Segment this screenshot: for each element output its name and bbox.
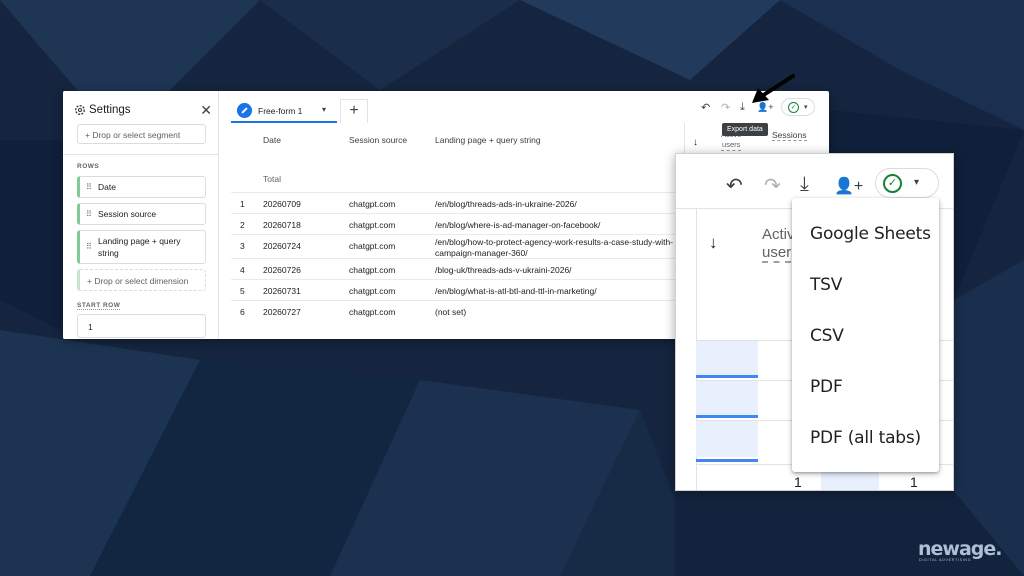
share-user-icon[interactable]: 👤+: [834, 176, 863, 196]
pointer-arrow-icon: [752, 74, 795, 103]
cell-source: chatgpt.com: [349, 307, 396, 317]
row-chip-label: Session source: [98, 209, 157, 219]
cell-date: 20260709: [263, 199, 301, 209]
cell-date: 20260731: [263, 286, 301, 296]
table-row[interactable]: 3 20260724 chatgpt.com /en/blog/how-to-p…: [231, 234, 675, 258]
row-number: 2: [240, 220, 245, 230]
menu-item-tsv[interactable]: TSV: [810, 275, 842, 295]
row-number: 6: [240, 307, 245, 317]
export-menu: Google Sheets TSV CSV PDF PDF (all tabs): [792, 198, 939, 472]
brand-logo: newage. DIGITAL ADVERTISING: [918, 538, 1002, 564]
header-date[interactable]: Date: [263, 135, 281, 145]
sort-arrow-icon[interactable]: ↓: [709, 233, 718, 253]
table-row[interactable]: 6 20260727 chatgpt.com (not set): [231, 300, 675, 321]
redo-icon[interactable]: ↷: [764, 173, 781, 198]
cell-source: chatgpt.com: [349, 220, 396, 230]
cell-landing-page: (not set): [435, 307, 467, 317]
cell-highlight: [696, 381, 758, 417]
segment-drop-zone[interactable]: + Drop or select segment: [77, 124, 206, 144]
export-icon[interactable]: ⤓: [740, 101, 745, 114]
close-icon[interactable]: ✕: [200, 102, 212, 119]
header-sessions[interactable]: Sessions: [772, 130, 807, 141]
header-active-users-line1: Activ: [762, 226, 795, 243]
check-circle-icon: ✓: [883, 174, 902, 193]
row-number: 5: [240, 286, 245, 296]
row-chip-landing-page[interactable]: ⠿ Landing page + query string: [77, 230, 206, 264]
table-row[interactable]: 2 20260718 chatgpt.com /en/blog/where-is…: [231, 213, 675, 234]
header-session-source[interactable]: Session source: [349, 135, 407, 145]
settings-panel: Settings ✕ + Drop or select segment ROWS…: [63, 91, 219, 339]
row-chip-label: Landing page + query string: [98, 236, 181, 258]
header-active-users-line2: user: [762, 244, 792, 263]
cell-date: 20260718: [263, 220, 301, 230]
chevron-down-icon: ▾: [804, 104, 808, 111]
sort-arrow-icon[interactable]: ↓: [693, 137, 698, 148]
metric-value: 1: [910, 474, 918, 490]
cell-landing-page: /en/blog/what-is-atl-btl-and-ttl-in-mark…: [435, 286, 597, 296]
drag-handle-icon[interactable]: ⠿: [86, 241, 92, 253]
redo-icon[interactable]: ↷: [721, 101, 730, 114]
logo-text: newage.: [918, 538, 1002, 560]
gear-icon: [74, 104, 86, 116]
row-number: 3: [240, 241, 245, 251]
cell-date: 20260726: [263, 265, 301, 275]
cell-highlight: [696, 341, 758, 377]
undo-icon[interactable]: ↶: [701, 101, 710, 114]
value-bar: [696, 415, 758, 418]
cell-landing-page: /en/blog/how-to-protect-agency-work-resu…: [435, 237, 674, 258]
menu-item-google-sheets[interactable]: Google Sheets: [810, 224, 931, 244]
total-label: Total: [263, 174, 281, 184]
drag-handle-icon[interactable]: ⠿: [86, 210, 92, 219]
row-chip-session-source[interactable]: ⠿ Session source: [77, 203, 206, 225]
divider: [63, 154, 219, 155]
cell-source: chatgpt.com: [349, 286, 396, 296]
settings-header: Settings ✕: [74, 102, 214, 121]
header-landing-page[interactable]: Landing page + query string: [435, 135, 541, 145]
value-bar: [696, 375, 758, 378]
value-bar: [696, 459, 758, 462]
rows-label: ROWS: [77, 163, 100, 170]
row-chip-label: Date: [98, 182, 116, 192]
tab-label: Free-form 1: [258, 106, 303, 116]
dimension-drop-zone[interactable]: + Drop or select dimension: [77, 269, 206, 291]
settings-title: Settings: [89, 104, 131, 116]
header-active-users-line2: users: [722, 140, 741, 149]
table-row[interactable]: 4 20260726 chatgpt.com /blog-uk/threads-…: [231, 258, 675, 279]
cell-source: chatgpt.com: [349, 199, 396, 209]
cell-landing-page: /en/blog/where-is-ad-manager-on-facebook…: [435, 220, 601, 230]
menu-item-pdf-all-tabs[interactable]: PDF (all tabs): [810, 428, 921, 448]
export-icon[interactable]: ⤓: [800, 173, 809, 196]
cell-landing-page: /blog-uk/threads-ads-v-ukraini-2026/: [435, 265, 572, 275]
cell-landing-page: /en/blog/threads-ads-in-ukraine-2026/: [435, 199, 577, 209]
menu-item-csv[interactable]: CSV: [810, 326, 844, 346]
cell-date: 20260724: [263, 241, 301, 251]
tab-free-form-1[interactable]: Free-form 1 ▾: [231, 99, 337, 123]
cell-source: chatgpt.com: [349, 265, 396, 275]
pencil-icon: [237, 103, 252, 118]
cell-source: chatgpt.com: [349, 241, 396, 251]
menu-item-pdf[interactable]: PDF: [810, 377, 843, 397]
status-check-button[interactable]: ✓ ▾: [875, 168, 939, 198]
undo-icon[interactable]: ↶: [726, 173, 743, 198]
table-row[interactable]: 1 20260709 chatgpt.com /en/blog/threads-…: [231, 192, 675, 213]
cell-highlight: [696, 421, 758, 457]
chevron-down-icon[interactable]: ▾: [322, 105, 326, 114]
start-row-label: START ROW: [77, 302, 121, 310]
start-row-input[interactable]: 1: [77, 314, 206, 338]
drag-handle-icon[interactable]: ⠿: [86, 183, 92, 192]
header-active-users[interactable]: Activ user: [762, 226, 795, 263]
add-tab-button[interactable]: +: [340, 99, 368, 123]
logo-subtitle: DIGITAL ADVERTISING: [919, 558, 972, 562]
export-tooltip: Export data: [722, 123, 768, 136]
row-chip-date[interactable]: ⠿ Date: [77, 176, 206, 198]
row-number: 4: [240, 265, 245, 275]
metric-value: 1: [794, 474, 802, 490]
table-row[interactable]: 5 20260731 chatgpt.com /en/blog/what-is-…: [231, 279, 675, 300]
chevron-down-icon: ▾: [914, 177, 920, 188]
cell-date: 20260727: [263, 307, 301, 317]
row-number: 1: [240, 199, 245, 209]
